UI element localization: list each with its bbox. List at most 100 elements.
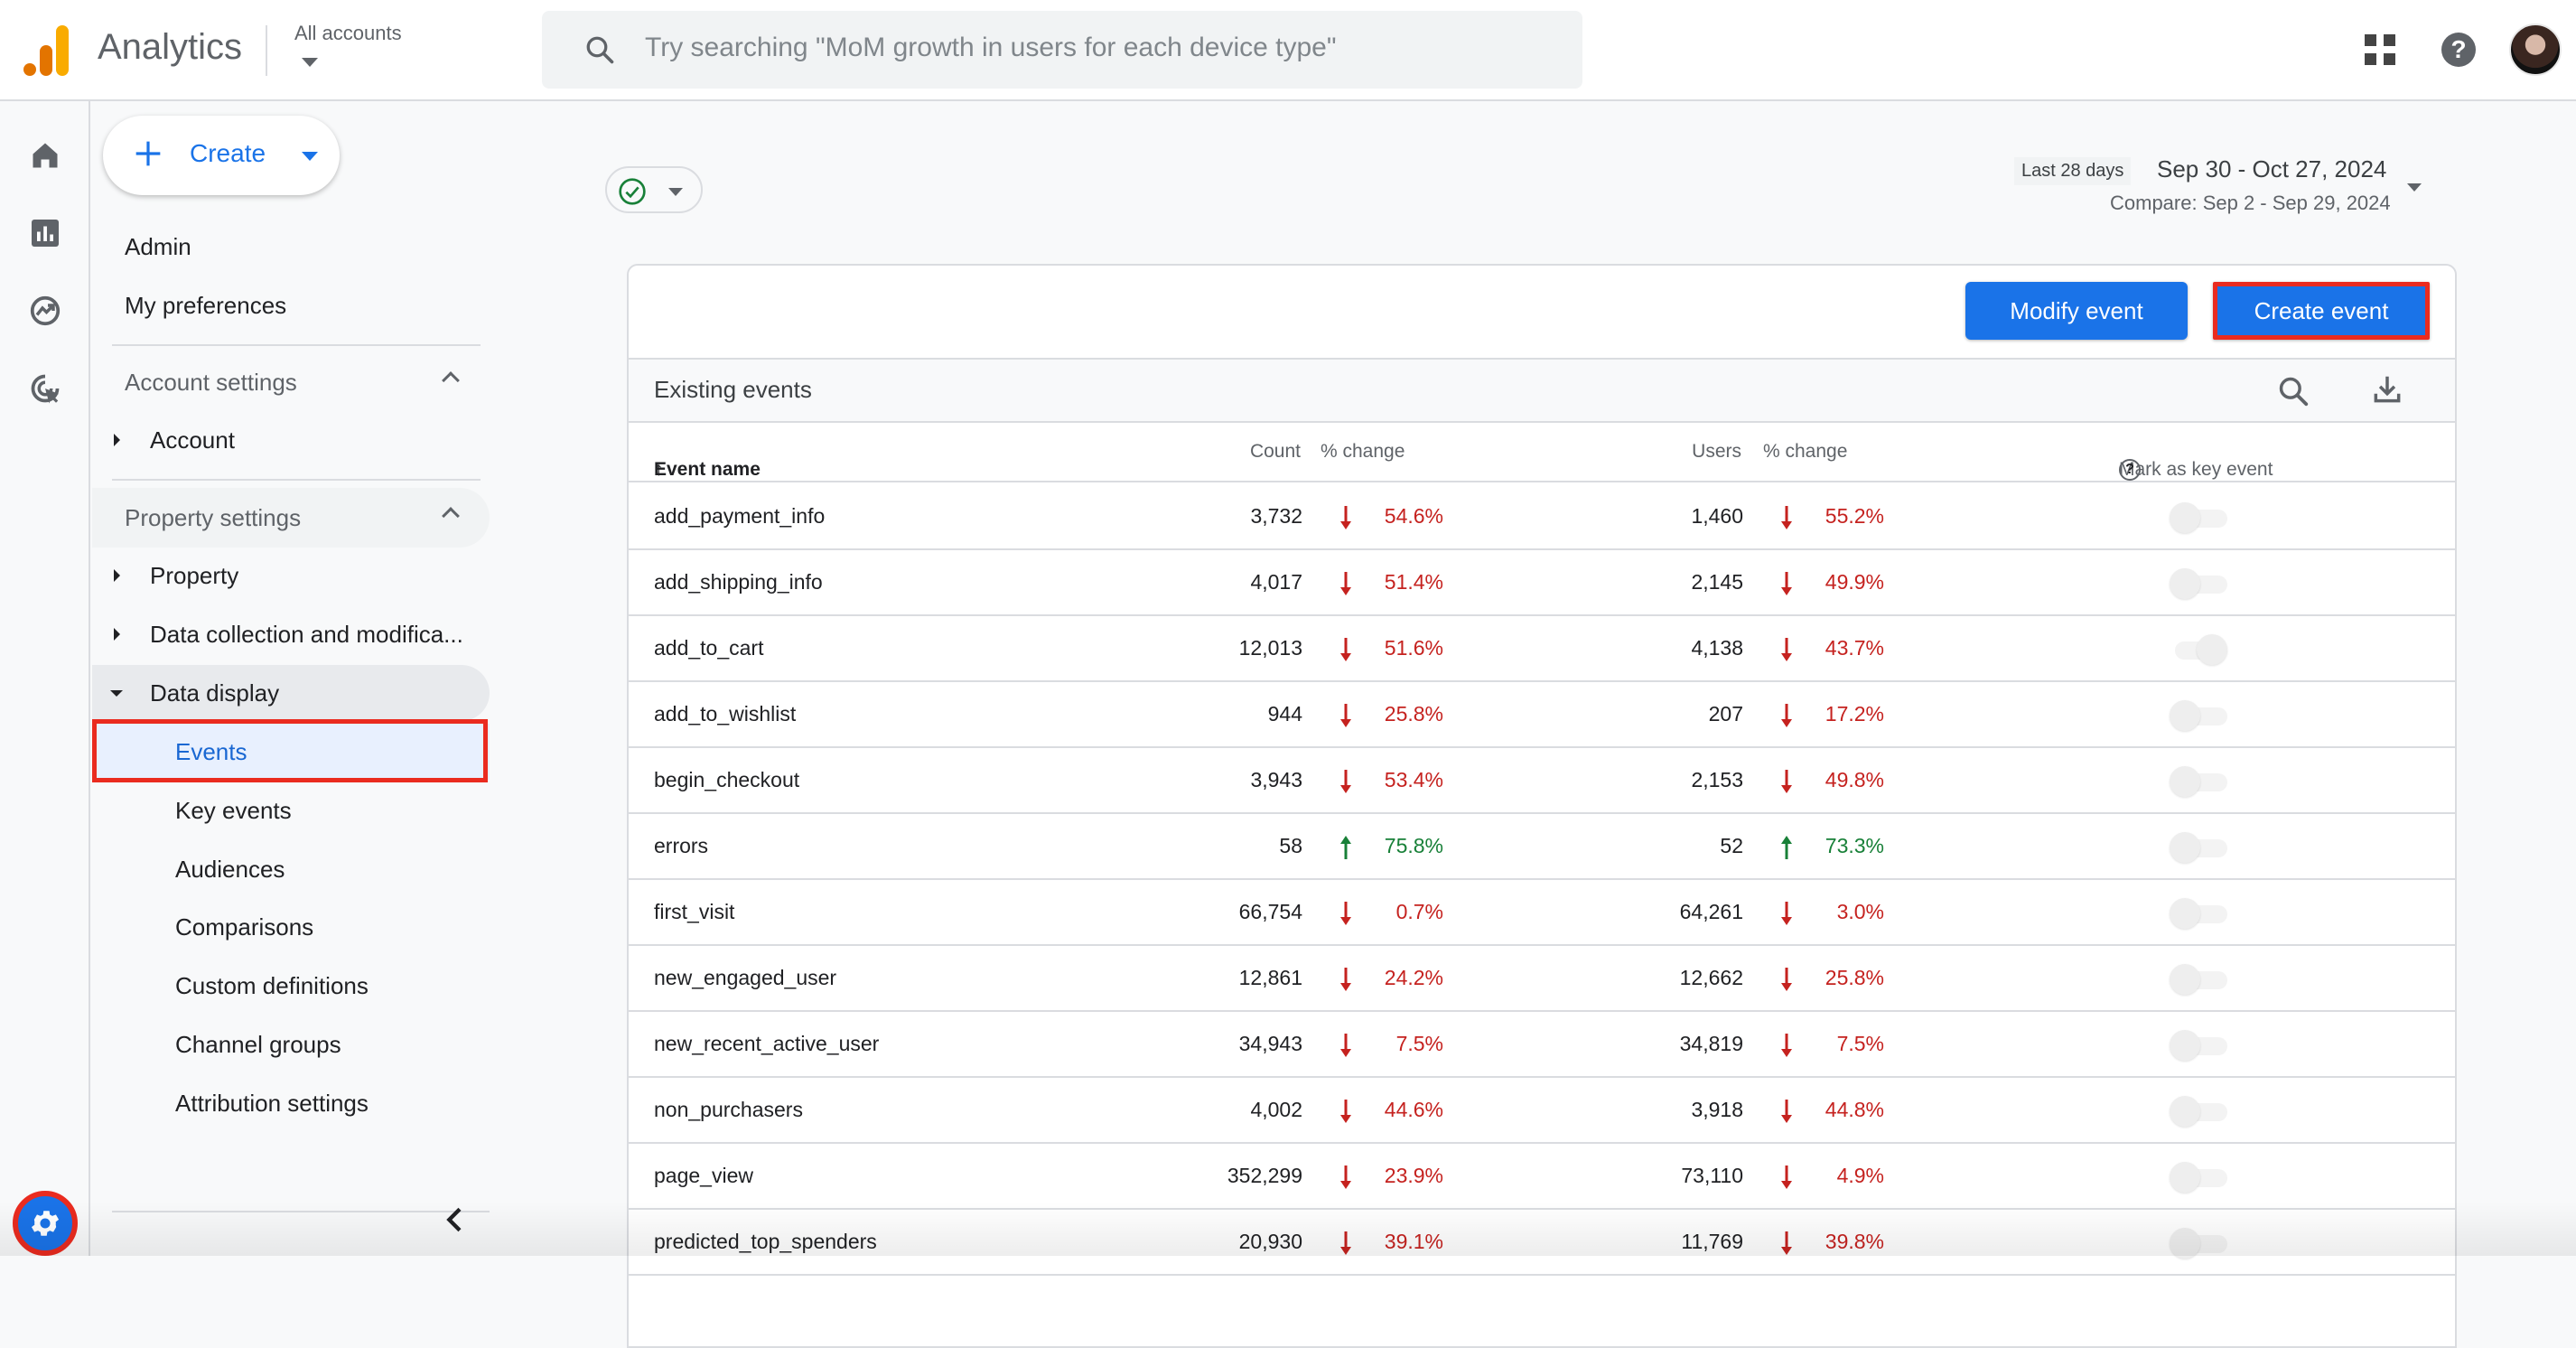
key-event-toggle[interactable] — [2170, 698, 2229, 731]
event-name-cell[interactable]: page_view — [654, 1164, 753, 1188]
admin-settings-button[interactable] — [13, 1191, 78, 1256]
key-event-toggle[interactable] — [2170, 632, 2229, 665]
key-event-toggle[interactable] — [2170, 501, 2229, 533]
key-event-toggle[interactable] — [2170, 830, 2229, 863]
sidebar-item-reporting-identity[interactable]: Reporting identity — [92, 1134, 490, 1150]
column-label: Mark as key event — [2119, 459, 2273, 480]
key-event-toggle[interactable] — [2170, 764, 2229, 797]
section-property-settings[interactable]: Property settings — [92, 488, 490, 548]
key-event-toggle[interactable] — [2170, 1094, 2229, 1127]
toggle-knob — [2170, 832, 2200, 863]
table-row[interactable]: predicted_top_spenders 20,930 39.1% 11,769 3… — [629, 1210, 2455, 1276]
sidebar-item-account[interactable]: Account — [92, 412, 490, 468]
table-row[interactable]: begin_checkout 3,943 53.4% 2,153 49.8% — [629, 748, 2455, 814]
create-event-button[interactable]: Create event — [2213, 282, 2430, 340]
column-header-users-change[interactable]: % change — [1763, 441, 1847, 463]
key-event-toggle[interactable] — [2170, 1028, 2229, 1061]
users-cell: 73,110 — [1681, 1164, 1743, 1187]
events-highlight-box — [92, 719, 488, 782]
sidebar-item-channel-groups[interactable]: Channel groups — [92, 1016, 490, 1072]
key-event-toggle[interactable] — [2170, 1226, 2229, 1259]
key-event-toggle[interactable] — [2170, 566, 2229, 599]
event-name-cell[interactable]: new_engaged_user — [654, 966, 836, 990]
sidebar-item-data-collection[interactable]: Data collection and modifica... — [92, 606, 490, 662]
count-change-cell: 54.6% — [1384, 504, 1443, 528]
download-icon[interactable] — [2370, 372, 2404, 407]
event-name-cell[interactable]: predicted_top_spenders — [654, 1230, 877, 1254]
sidebar-item-comparisons[interactable]: Comparisons — [92, 899, 490, 955]
sidebar-item-custom-definitions[interactable]: Custom definitions — [92, 958, 490, 1014]
users-change-cell: 7.5% — [1836, 1032, 1884, 1055]
modify-event-button[interactable]: Modify event — [1965, 282, 2188, 340]
help-icon[interactable]: ? — [2119, 459, 2141, 481]
toggle-knob — [2170, 898, 2200, 929]
table-row[interactable]: page_view 352,299 23.9% 73,110 4.9% — [629, 1144, 2455, 1210]
sidebar-item-admin[interactable]: Admin — [125, 233, 191, 261]
search-input[interactable]: Try searching "MoM growth in users for e… — [542, 11, 1582, 89]
table-row[interactable]: first_visit 66,754 0.7% 64,261 3.0% — [629, 880, 2455, 946]
toggle-knob — [2197, 634, 2227, 665]
event-name-cell[interactable]: new_recent_active_user — [654, 1032, 879, 1056]
check-circle-icon — [619, 178, 646, 205]
sidebar-item-key-events[interactable]: Key events — [92, 782, 490, 838]
count-cell: 20,930 — [1238, 1230, 1302, 1253]
toggle-knob — [2170, 1162, 2200, 1193]
sidebar-item-attribution-settings[interactable]: Attribution settings — [92, 1075, 490, 1131]
sidebar-item-my-preferences[interactable]: My preferences — [125, 292, 286, 320]
key-event-toggle[interactable] — [2170, 1160, 2229, 1193]
item-label: Reporting identity — [175, 1148, 358, 1150]
account-selector-label: All accounts — [294, 22, 402, 44]
key-event-toggle[interactable] — [2170, 896, 2229, 929]
avatar[interactable] — [2509, 23, 2562, 76]
column-header-count-change[interactable]: % change — [1321, 441, 1405, 463]
count-change-cell: 7.5% — [1395, 1032, 1443, 1055]
section-label: Account settings — [125, 369, 297, 396]
search-placeholder: Try searching "MoM growth in users for e… — [645, 33, 1337, 62]
explore-icon[interactable] — [29, 295, 61, 327]
count-cell: 66,754 — [1238, 900, 1302, 923]
event-name-cell[interactable]: add_shipping_info — [654, 570, 823, 594]
sidebar-item-property[interactable]: Property — [92, 548, 490, 604]
sidebar-item-data-display[interactable]: Data display — [92, 665, 490, 721]
event-name-cell[interactable]: add_to_wishlist — [654, 702, 796, 726]
section-account-settings[interactable]: Account settings — [92, 352, 490, 412]
reports-icon[interactable] — [29, 217, 61, 249]
event-name-cell[interactable]: errors — [654, 834, 708, 858]
event-name-cell[interactable]: non_purchasers — [654, 1098, 803, 1122]
event-name-cell[interactable]: add_to_cart — [654, 636, 763, 660]
chevron-left-icon[interactable] — [437, 1202, 473, 1238]
table-row[interactable]: errors 58 75.8% 52 73.3% — [629, 814, 2455, 880]
table-row[interactable]: add_to_wishlist 944 25.8% 207 17.2% — [629, 682, 2455, 748]
column-label: Event name — [654, 459, 761, 480]
create-button[interactable]: Create — [103, 116, 340, 195]
table-row[interactable]: add_shipping_info 4,017 51.4% 2,145 49.9% — [629, 550, 2455, 616]
section-label: Property settings — [125, 504, 302, 531]
sort-ascending-icon: ↑ — [654, 459, 664, 480]
table-row[interactable]: new_engaged_user 12,861 24.2% 12,662 25.8% — [629, 946, 2455, 1012]
help-icon[interactable]: ? — [2441, 33, 2476, 67]
event-name-cell[interactable]: first_visit — [654, 900, 734, 924]
column-header-count[interactable]: Count — [1250, 441, 1301, 463]
home-icon[interactable] — [29, 139, 61, 172]
arrow-up-icon — [1779, 836, 1794, 865]
analytics-logo-icon[interactable] — [23, 25, 69, 76]
users-change-cell: 49.9% — [1825, 570, 1884, 594]
table-row[interactable]: new_recent_active_user 34,943 7.5% 34,819 7.… — [629, 1012, 2455, 1078]
event-name-cell[interactable]: add_payment_info — [654, 504, 825, 529]
data-status-chip[interactable] — [605, 166, 703, 213]
table-row[interactable]: add_payment_info 3,732 54.6% 1,460 55.2% — [629, 484, 2455, 550]
apps-grid-icon[interactable] — [2365, 34, 2395, 65]
table-row[interactable]: non_purchasers 4,002 44.6% 3,918 44.8% — [629, 1078, 2455, 1144]
date-compare-text: Compare: Sep 2 - Sep 29, 2024 — [2110, 192, 2391, 214]
advertising-icon[interactable] — [29, 372, 61, 405]
arrow-down-icon — [1339, 1034, 1353, 1062]
column-header-users[interactable]: Users — [1692, 441, 1741, 463]
sidebar-item-audiences[interactable]: Audiences — [92, 841, 490, 897]
table-row[interactable]: add_to_cart 12,013 51.6% 4,138 43.7% — [629, 616, 2455, 682]
key-event-toggle[interactable] — [2170, 962, 2229, 995]
toggle-knob — [2170, 1030, 2200, 1061]
users-cell: 12,662 — [1679, 966, 1743, 989]
table-toolbar: Existing events — [629, 358, 2455, 423]
search-icon[interactable] — [2276, 374, 2310, 408]
event-name-cell[interactable]: begin_checkout — [654, 768, 799, 792]
